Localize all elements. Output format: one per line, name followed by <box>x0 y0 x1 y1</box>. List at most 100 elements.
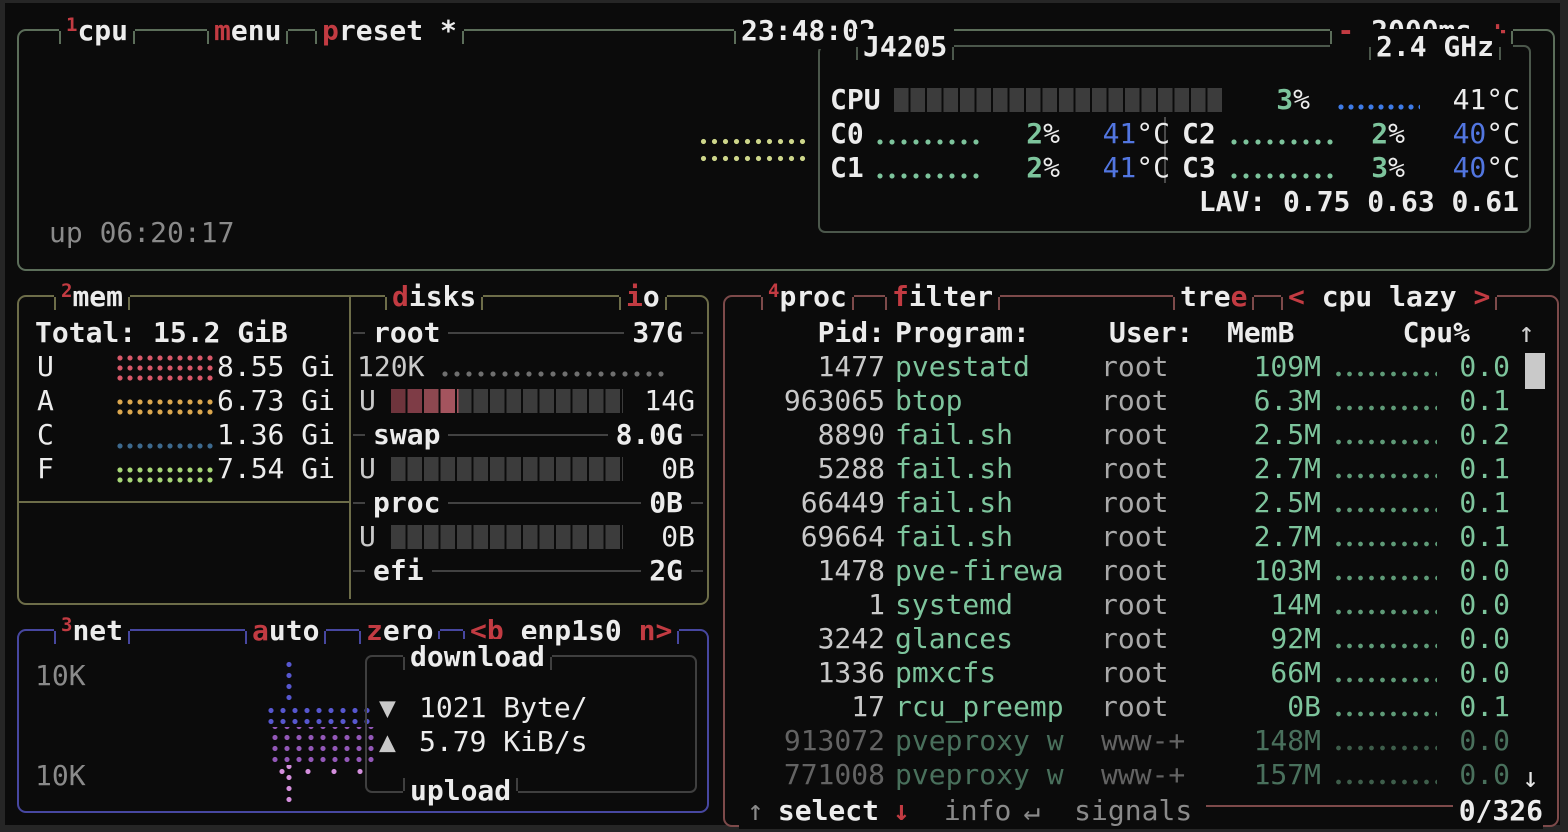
process-row[interactable]: 5288 fail.sh root 2.7M 0.1 <box>725 452 1510 486</box>
process-cpu: 0.1 <box>1437 486 1510 520</box>
core-temp: 40°C <box>1420 117 1520 151</box>
core-minigraph <box>874 171 984 181</box>
net-scale-top: 10K <box>35 659 86 693</box>
process-cpu: 0.0 <box>1437 656 1510 690</box>
toggle-io[interactable]: io <box>619 279 667 315</box>
process-name: pveproxy w <box>895 758 1101 792</box>
disk-proc: proc 0B <box>353 486 703 520</box>
tab-net[interactable]: 3net <box>54 613 130 649</box>
signals-button[interactable]: signals <box>1074 794 1192 828</box>
process-mem: 92M <box>1217 622 1321 656</box>
proc-tree-button[interactable]: tree <box>1173 279 1254 315</box>
scrollbar-thumb[interactable] <box>1525 353 1545 389</box>
process-name: pve-firewa <box>895 554 1101 588</box>
process-row[interactable]: 913072 pveproxy w www-+ 148M 0.0 <box>725 724 1510 758</box>
process-cpu: 0.0 <box>1437 350 1510 384</box>
disk-root-io: 120K <box>357 350 424 384</box>
download-rate: 1021 Byte/ <box>419 691 588 725</box>
process-name: btop <box>895 384 1101 418</box>
process-cpu: 0.1 <box>1437 452 1510 486</box>
core-minigraph <box>1228 137 1338 147</box>
process-pid: 1336 <box>725 656 885 690</box>
process-mem: 109M <box>1217 350 1321 384</box>
sort-next-button[interactable]: > <box>1473 280 1490 313</box>
scroll-down-icon[interactable]: ↓ <box>1522 761 1539 795</box>
download-label: download <box>403 639 552 675</box>
column-user[interactable]: User: <box>1109 316 1193 350</box>
process-pid: 66449 <box>725 486 885 520</box>
process-user: root <box>1101 656 1217 690</box>
process-row[interactable]: 1 systemd root 14M 0.0 <box>725 588 1510 622</box>
process-pid: 1478 <box>725 554 885 588</box>
cpu-usage-graph <box>698 133 810 167</box>
menu-button[interactable]: menu <box>207 13 288 49</box>
select-label[interactable]: select <box>778 794 879 828</box>
mem-section-divider <box>19 501 349 503</box>
process-row[interactable]: 1478 pve-firewa root 103M 0.0 <box>725 554 1510 588</box>
enter-icon: ↵ <box>1023 794 1040 828</box>
process-row[interactable]: 3242 glances root 92M 0.0 <box>725 622 1510 656</box>
interval-decrease-button[interactable]: - <box>1337 14 1354 47</box>
process-cpu-minigraph <box>1333 709 1437 719</box>
process-row[interactable]: 1336 pmxcfs root 66M 0.0 <box>725 656 1510 690</box>
process-cpu-minigraph <box>1333 437 1437 447</box>
mem-used-value: 8.55 Gi <box>189 350 335 384</box>
process-row[interactable]: 66449 fail.sh root 2.5M 0.1 <box>725 486 1510 520</box>
column-cpu[interactable]: Cpu% <box>1370 316 1470 350</box>
process-row[interactable]: 8890 fail.sh root 2.5M 0.2 <box>725 418 1510 452</box>
mem-free-value: 7.54 Gi <box>189 452 335 486</box>
process-user: root <box>1101 588 1217 622</box>
proc-box: 4proc filter tree < cpu lazy > Pid: Prog… <box>723 295 1559 827</box>
mem-box: 2mem disks io Total: 15.2 GiB U 8.55 Gi … <box>17 295 709 605</box>
column-pid[interactable]: Pid: <box>755 316 885 350</box>
core-percent: 3% <box>1325 151 1405 185</box>
proc-filter-button[interactable]: filter <box>885 279 1000 315</box>
process-user: root <box>1101 384 1217 418</box>
process-user: root <box>1101 418 1217 452</box>
select-up-icon[interactable]: ↑ <box>747 794 764 828</box>
disk-root-used-value: 14G <box>579 384 695 418</box>
net-next-button[interactable]: n> <box>639 614 673 647</box>
preset-button[interactable]: preset * <box>315 13 464 49</box>
core-minigraph <box>874 137 984 147</box>
process-row[interactable]: 771008 pveproxy w www-+ 157M 0.0 <box>725 758 1510 792</box>
process-cpu: 0.1 <box>1437 690 1510 724</box>
process-cpu-minigraph <box>1333 505 1437 515</box>
process-row[interactable]: 1477 pvestatd root 109M 0.0 <box>725 350 1510 384</box>
tab-proc[interactable]: 4proc <box>761 279 854 315</box>
disk-swap-used-key: U <box>359 452 376 486</box>
tab-disks[interactable]: disks <box>385 279 483 315</box>
column-program[interactable]: Program: <box>895 316 1030 350</box>
load-average: LAV: 0.75 0.63 0.61 <box>1199 185 1519 219</box>
process-row[interactable]: 963065 btop root 6.3M 0.1 <box>725 384 1510 418</box>
process-cpu-minigraph <box>1333 743 1437 753</box>
core-percent: 2% <box>1325 117 1405 151</box>
cpu-frequency: 2.4 GHz <box>1369 29 1501 65</box>
mem-available-value: 6.73 Gi <box>189 384 335 418</box>
process-row[interactable]: 17 rcu_preemp root 0B 0.1 <box>725 690 1510 724</box>
net-rates-panel: download ▼ 1021 Byte/ ▲ 5.79 KiB/s uploa… <box>365 655 697 793</box>
terminal-screen: 1cpu menu preset * 23:48:02 - 2000ms + u… <box>5 3 1560 825</box>
scroll-up-icon[interactable]: ↑ <box>1518 316 1535 350</box>
tab-cpu[interactable]: 1cpu <box>59 13 135 49</box>
mem-cached-key: C <box>37 418 54 452</box>
process-mem: 2.7M <box>1217 452 1321 486</box>
tab-mem[interactable]: 2mem <box>54 279 130 315</box>
process-name: pvestatd <box>895 350 1101 384</box>
disk-proc-used-key: U <box>359 520 376 554</box>
uptime: up 06:20:17 <box>49 216 234 250</box>
selection-count: 0/326 <box>1459 794 1543 828</box>
process-cpu-minigraph <box>1333 777 1437 787</box>
select-down-icon[interactable]: ↓ <box>893 794 910 828</box>
sort-prev-button[interactable]: < <box>1288 280 1305 313</box>
info-button[interactable]: info <box>944 794 1011 828</box>
process-cpu: 0.1 <box>1437 520 1510 554</box>
net-auto-button[interactable]: auto <box>245 613 326 649</box>
mem-cached-value: 1.36 Gi <box>189 418 335 452</box>
process-row[interactable]: 69664 fail.sh root 2.7M 0.1 <box>725 520 1510 554</box>
process-cpu: 0.1 <box>1437 384 1510 418</box>
net-box: 3net auto zero <b enp1s0 n> 10K 10K down… <box>17 629 709 813</box>
column-memb[interactable]: MemB <box>1227 316 1294 350</box>
net-scale-bottom: 10K <box>35 759 86 793</box>
process-user: root <box>1101 520 1217 554</box>
